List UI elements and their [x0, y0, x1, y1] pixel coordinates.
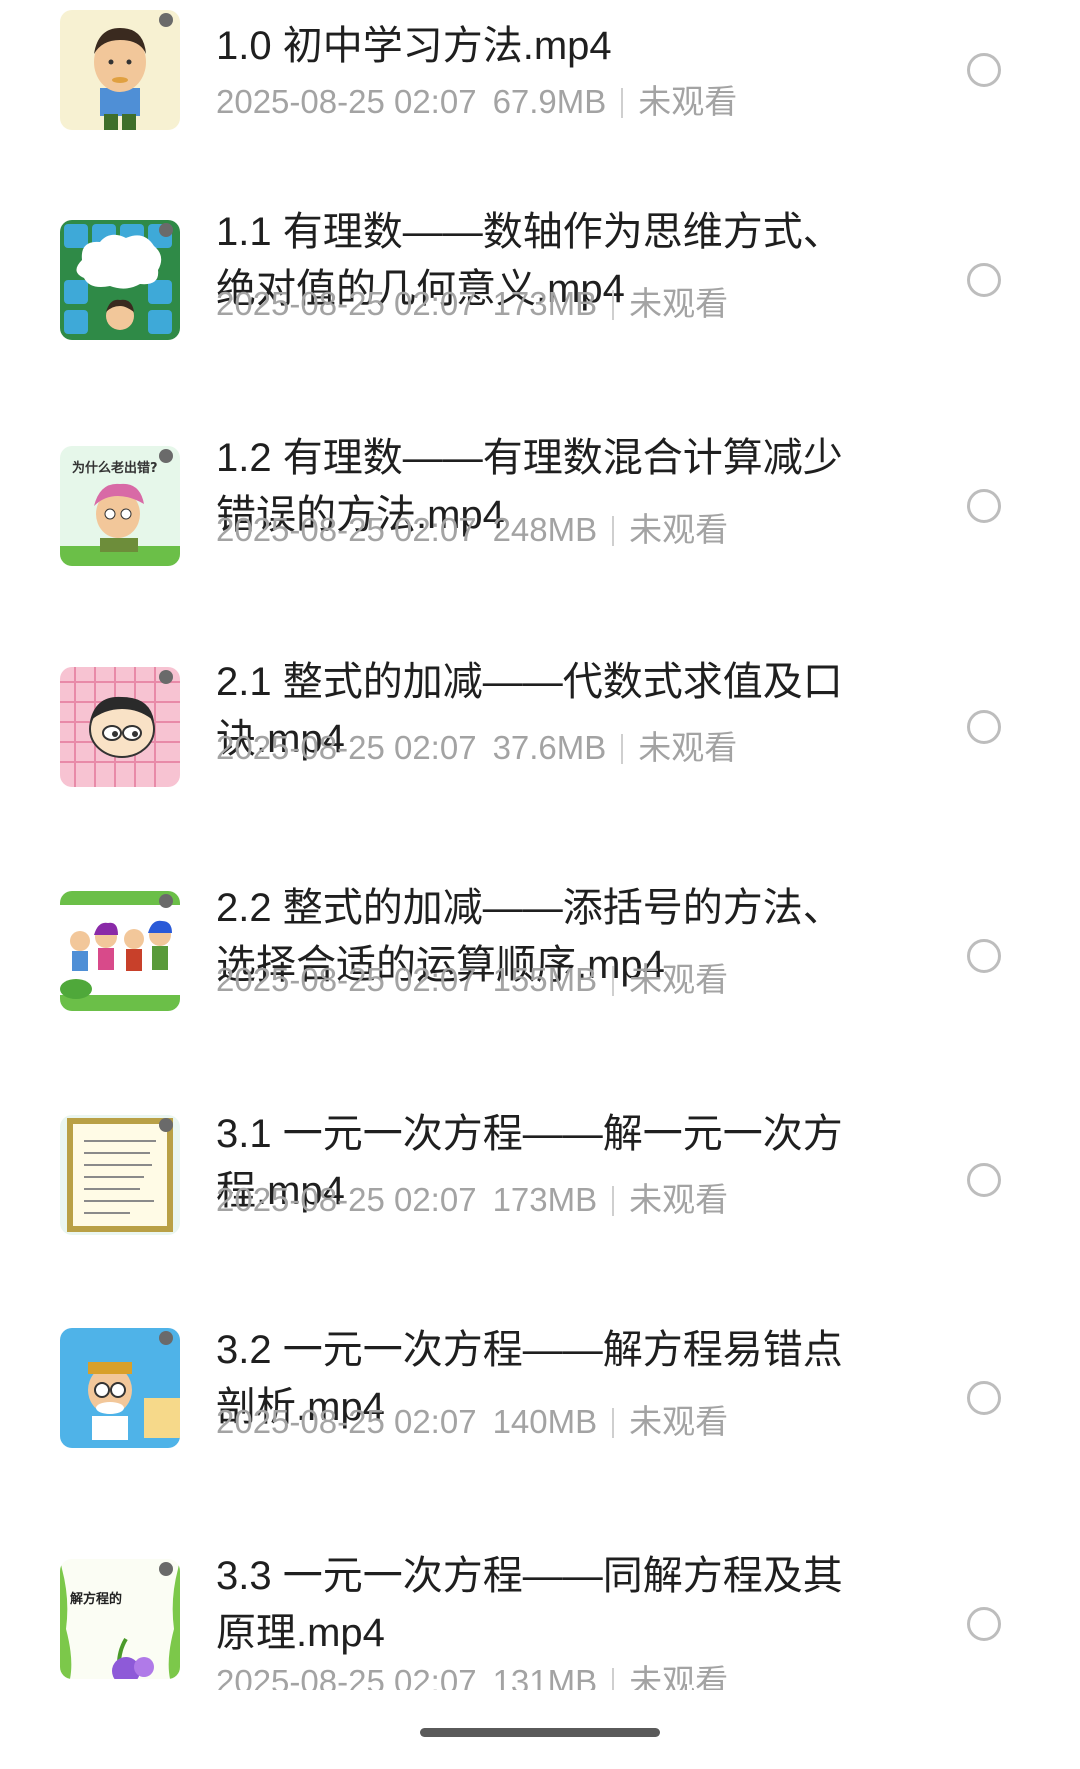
- select-radio[interactable]: [967, 1163, 1001, 1197]
- steps-board-thumbnail: [60, 1115, 180, 1235]
- video-meta: 2025-08-25 02:07 173MB 未观看: [216, 284, 728, 324]
- thinking-kid-thumbnail: 为什么老出错?: [60, 446, 180, 566]
- meta-divider: [621, 734, 624, 764]
- meta-divider: [612, 290, 615, 320]
- video-meta: 2025-08-25 02:07 248MB 未观看: [216, 510, 728, 550]
- meta-divider: [612, 1668, 615, 1690]
- flower-thumbnail: 解方程的: [60, 1559, 180, 1679]
- watch-status: 未观看: [629, 961, 729, 998]
- video-date: 2025-08-25 02:07: [216, 1663, 477, 1690]
- meta-divider: [612, 1186, 615, 1216]
- watch-status: 未观看: [629, 1181, 729, 1218]
- video-size: 131MB: [492, 1663, 598, 1690]
- video-meta: 2025-08-25 02:07 67.9MB 未观看: [216, 82, 737, 122]
- video-size: 155MB: [492, 961, 598, 998]
- thumbnail-caption: 为什么老出错?: [72, 460, 158, 476]
- video-date: 2025-08-25 02:07: [216, 285, 477, 322]
- watch-status: 未观看: [638, 83, 738, 120]
- select-radio[interactable]: [967, 263, 1001, 297]
- boy-cartoon-thumbnail: [60, 10, 180, 130]
- list-item[interactable]: 为什么老出错? 1.2 有理数——有理数混合计算减少错误的方法.mp4 2025…: [0, 416, 1080, 596]
- watch-status: 未观看: [629, 1403, 729, 1440]
- face-cartoon-thumbnail: [60, 667, 180, 787]
- video-date: 2025-08-25 02:07: [216, 729, 477, 766]
- video-size: 173MB: [492, 285, 598, 322]
- kids-group-thumbnail: [60, 891, 180, 1011]
- meta-divider: [612, 516, 615, 546]
- video-title: 1.0 初中学习方法.mp4: [216, 24, 612, 68]
- video-meta: 2025-08-25 02:07 131MB 未观看: [216, 1662, 728, 1690]
- watch-status: 未观看: [629, 1663, 729, 1690]
- list-item[interactable]: 1.1 有理数——数轴作为思维方式、绝对值的几何意义.mp4 2025-08-2…: [0, 190, 1080, 370]
- video-size: 67.9MB: [492, 83, 607, 120]
- video-date: 2025-08-25 02:07: [216, 83, 477, 120]
- select-radio[interactable]: [967, 939, 1001, 973]
- list-item[interactable]: 2.1 整式的加减——代数式求值及口诀.mp4 2025-08-25 02:07…: [0, 642, 1080, 822]
- select-radio[interactable]: [967, 53, 1001, 87]
- video-size: 173MB: [492, 1181, 598, 1218]
- video-meta: 2025-08-25 02:07 173MB 未观看: [216, 1180, 728, 1220]
- video-size: 37.6MB: [492, 729, 607, 766]
- select-radio[interactable]: [967, 710, 1001, 744]
- home-indicator[interactable]: [420, 1728, 660, 1737]
- meta-divider: [621, 88, 624, 118]
- list-item[interactable]: 3.1 一元一次方程——解一元一次方程.mp4 2025-08-25 02:07…: [0, 1092, 1080, 1272]
- meta-divider: [612, 966, 615, 996]
- watch-status: 未观看: [638, 729, 738, 766]
- video-date: 2025-08-25 02:07: [216, 511, 477, 548]
- video-meta: 2025-08-25 02:07 155MB 未观看: [216, 960, 728, 1000]
- video-date: 2025-08-25 02:07: [216, 1181, 477, 1218]
- video-size: 248MB: [492, 511, 598, 548]
- list-item[interactable]: 3.2 一元一次方程——解方程易错点剖析.mp4 2025-08-25 02:0…: [0, 1308, 1080, 1488]
- thought-bubble-thumbnail: [60, 220, 180, 340]
- video-size: 140MB: [492, 1403, 598, 1440]
- video-title: 3.3 一元一次方程——同解方程及其原理.mp4: [216, 1554, 843, 1655]
- list-item[interactable]: 2.2 整式的加减——添括号的方法、选择合适的运算顺序.mp4 2025-08-…: [0, 866, 1080, 1046]
- select-radio[interactable]: [967, 1607, 1001, 1641]
- video-date: 2025-08-25 02:07: [216, 1403, 477, 1440]
- list-item[interactable]: 1.0 初中学习方法.mp4 2025-08-25 02:07 67.9MB 未观看: [0, 0, 1080, 180]
- select-radio[interactable]: [967, 489, 1001, 523]
- meta-divider: [612, 1408, 615, 1438]
- video-date: 2025-08-25 02:07: [216, 961, 477, 998]
- watch-status: 未观看: [629, 285, 729, 322]
- watch-status: 未观看: [629, 511, 729, 548]
- thumbnail-caption: 解方程的: [69, 1591, 122, 1607]
- select-radio[interactable]: [967, 1381, 1001, 1415]
- video-list: 1.0 初中学习方法.mp4 2025-08-25 02:07 67.9MB 未观看…: [0, 0, 1080, 1690]
- video-meta: 2025-08-25 02:07 37.6MB 未观看: [216, 728, 737, 768]
- list-item[interactable]: 解方程的 3.3 一元一次方程——同解方程及其原理.mp4 2025-08-25…: [0, 1534, 1080, 1690]
- teacher-cartoon-thumbnail: [60, 1328, 180, 1448]
- video-meta: 2025-08-25 02:07 140MB 未观看: [216, 1402, 728, 1442]
